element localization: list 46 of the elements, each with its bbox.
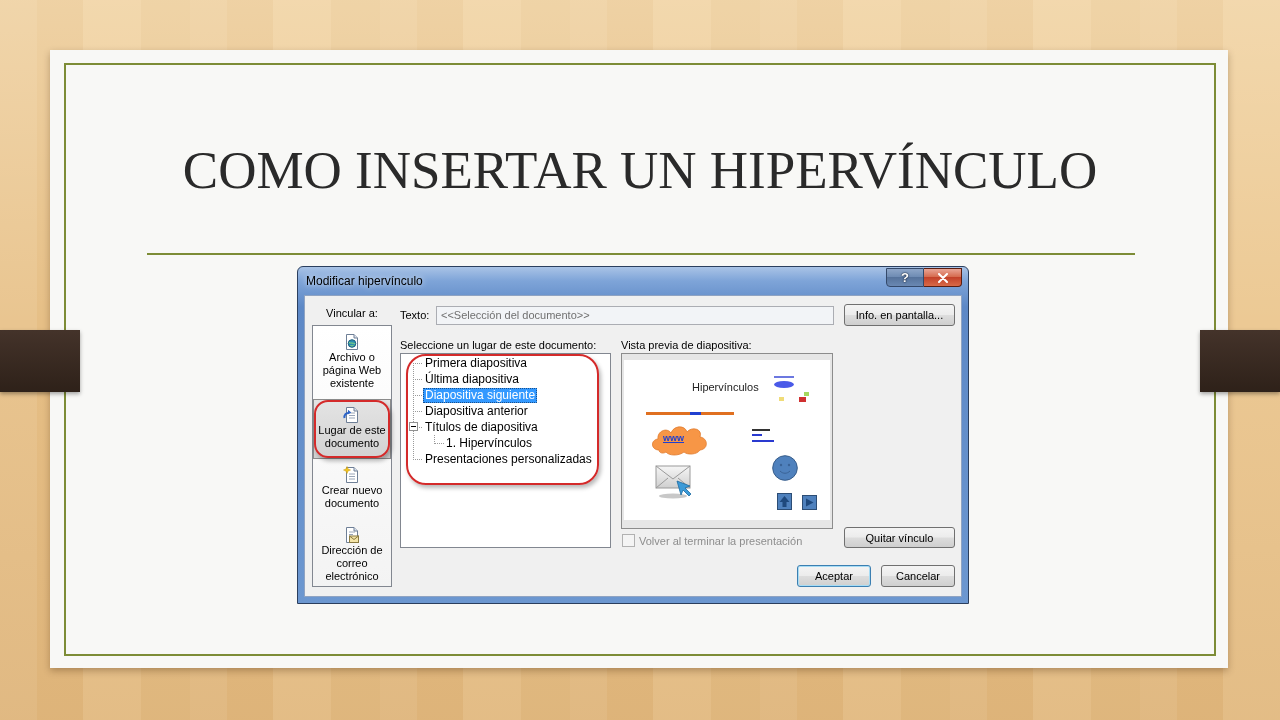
tree-connector: [434, 435, 444, 444]
blurred-text-line: [752, 440, 774, 442]
window-title: Modificar hipervínculo: [305, 273, 423, 290]
document-envelope-icon: [343, 526, 361, 544]
play-icon: [802, 495, 817, 510]
collapse-icon[interactable]: [409, 422, 418, 431]
ellipse-shape: [774, 381, 794, 388]
tree-connector: [413, 378, 423, 380]
up-arrow-icon: [777, 493, 792, 510]
tree-connector: [413, 410, 423, 412]
tree-item[interactable]: Última diapositiva: [423, 371, 522, 387]
blurred-text-line: [752, 429, 770, 431]
link-target-button[interactable]: Lugar de este documento: [313, 399, 391, 459]
tree-item[interactable]: Títulos de diapositiva: [423, 419, 540, 435]
tree-connector: [413, 362, 423, 364]
place-label: Seleccione un lugar de este documento:: [400, 338, 598, 353]
dialog-button[interactable]: Aceptar: [797, 565, 871, 587]
tree-item[interactable]: 1. Hipervínculos: [444, 435, 535, 451]
tree-list[interactable]: Primera diapositiva Última diapositiva Diapositiva siguiente Diapositiva anterior Títulos de diapositiva 1. Hipervínculos Presentaciones personalizadas: [400, 353, 611, 548]
cloud-link-text: www: [663, 433, 684, 443]
tree-item[interactable]: Presentaciones personalizadas: [423, 451, 594, 467]
tree-item[interactable]: Primera diapositiva: [423, 355, 530, 371]
dialog-button[interactable]: Cancelar: [881, 565, 955, 587]
document-sparkle-icon: [343, 466, 361, 484]
checkbox-label: Volver al terminar la presentación: [639, 534, 803, 547]
tree-connector: [413, 458, 423, 460]
text-label: Texto:: [400, 309, 431, 321]
small-shape: [779, 397, 784, 401]
tree-connector: [413, 394, 423, 396]
link-target-button[interactable]: Crear nuevo documento: [313, 459, 391, 519]
slide-title: COMO INSERTAR UN HIPERVÍNCULO: [182, 140, 1098, 201]
close-button[interactable]: [924, 268, 962, 287]
tree-item[interactable]: Diapositiva anterior: [423, 403, 530, 419]
smiley-face-icon: [772, 455, 798, 481]
screen-tip-button[interactable]: Info. en pantalla...: [844, 304, 955, 326]
link-target-button[interactable]: Dirección de correo electrónico: [313, 519, 391, 592]
thumbnail-title: Hipervínculos: [692, 381, 759, 394]
link-to-label: Vincular a:: [325, 306, 379, 321]
close-icon: [937, 272, 948, 283]
remove-link-button[interactable]: Quitar vínculo: [844, 527, 955, 548]
preview-label: Vista previa de diapositiva:: [621, 338, 753, 353]
blurred-text-line: [774, 376, 794, 378]
cloud-shape: [649, 424, 709, 456]
link-target-button[interactable]: Archivo o página Web existente: [313, 326, 391, 399]
document-arrow-icon: [343, 406, 361, 424]
document-globe-icon: [343, 333, 361, 351]
